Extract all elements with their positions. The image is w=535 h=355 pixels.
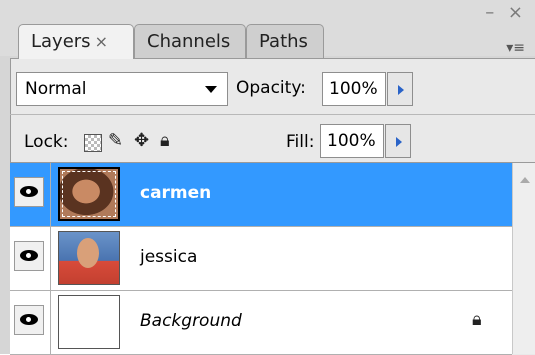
tab-layers-label: Layers xyxy=(31,31,91,52)
fill-input[interactable]: 100% xyxy=(320,124,384,158)
scrollbar[interactable] xyxy=(512,163,535,354)
divider xyxy=(10,114,535,115)
tab-channels-label: Channels xyxy=(147,31,231,52)
lock-icon: 🔒︎ xyxy=(472,309,482,330)
layer-thumbnail[interactable] xyxy=(58,295,120,349)
window-controls[interactable]: – × xyxy=(485,2,527,23)
lock-transparent-icon[interactable] xyxy=(84,134,102,152)
tab-paths[interactable]: Paths xyxy=(246,24,324,58)
opacity-slider-button[interactable] xyxy=(387,72,413,106)
eye-icon xyxy=(20,314,38,325)
lock-label: Lock: xyxy=(24,132,69,152)
eye-icon xyxy=(20,250,38,261)
eye-icon xyxy=(20,186,38,197)
layer-thumbnail[interactable] xyxy=(58,231,120,285)
layer-name[interactable]: Background xyxy=(140,311,242,331)
layer-thumbnail[interactable] xyxy=(58,167,120,221)
fill-label: Fill: xyxy=(286,132,315,152)
panel-menu-icon[interactable]: ▾≡ xyxy=(506,40,525,56)
close-icon[interactable]: × xyxy=(95,32,108,51)
chevron-down-icon xyxy=(205,86,217,93)
tab-layers[interactable]: Layers × xyxy=(18,24,134,59)
blend-mode-select[interactable]: Normal xyxy=(16,72,228,106)
layers-list: carmen jessica Background 🔒︎ xyxy=(10,163,512,355)
opacity-label: Opacity: xyxy=(236,78,306,98)
tab-paths-label: Paths xyxy=(259,31,308,52)
layer-name[interactable]: carmen xyxy=(140,183,211,203)
divider xyxy=(50,291,51,354)
divider xyxy=(50,163,51,226)
lock-icon[interactable]: 🔒︎ xyxy=(160,130,170,151)
layer-row-carmen[interactable]: carmen xyxy=(10,163,512,227)
divider xyxy=(50,227,51,290)
layers-panel: – × Layers × Channels Paths ▾≡ Normal Opa… xyxy=(0,0,535,355)
layer-name[interactable]: jessica xyxy=(140,247,197,267)
layer-row-jessica[interactable]: jessica xyxy=(10,227,512,291)
layer-row-background[interactable]: Background 🔒︎ xyxy=(10,291,512,355)
visibility-toggle[interactable] xyxy=(14,305,44,335)
move-icon[interactable]: ✥ xyxy=(134,130,149,151)
brush-icon[interactable]: ✎ xyxy=(108,130,123,151)
visibility-toggle[interactable] xyxy=(14,241,44,271)
fill-slider-button[interactable] xyxy=(385,124,411,158)
opacity-input[interactable]: 100% xyxy=(322,72,386,106)
scroll-up-icon[interactable] xyxy=(520,177,530,183)
tab-channels[interactable]: Channels xyxy=(134,24,246,58)
blend-mode-value: Normal xyxy=(25,79,87,99)
visibility-toggle[interactable] xyxy=(14,177,44,207)
